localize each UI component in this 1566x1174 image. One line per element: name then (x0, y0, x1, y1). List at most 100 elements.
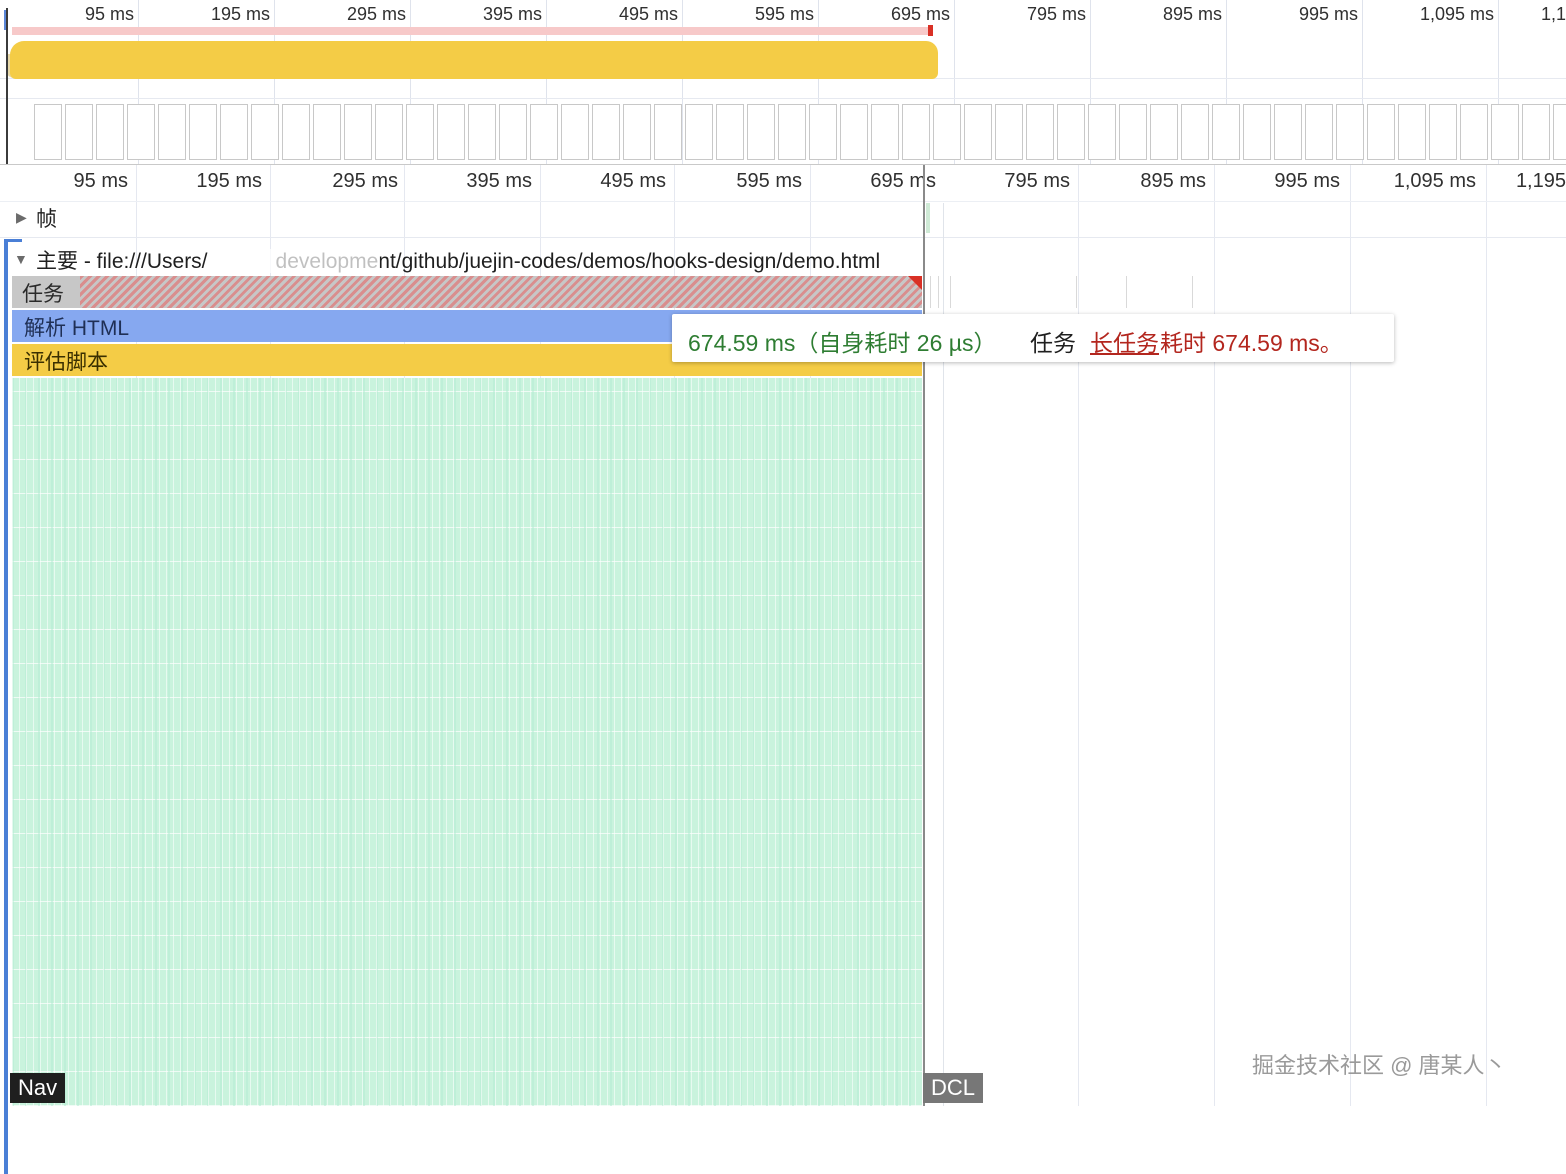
overview-tick-label: 1,1 (1540, 4, 1566, 24)
screenshot-thumbnail[interactable] (1460, 104, 1488, 160)
long-task-link[interactable]: 长任务 (1090, 324, 1159, 358)
screenshot-thumbnail[interactable] (1150, 104, 1178, 160)
screenshot-thumbnail[interactable] (592, 104, 620, 160)
ruler-gridline (1486, 165, 1487, 1106)
task-event-label: 任务 (22, 283, 64, 306)
ruler-tick-label: 95 ms (73, 170, 128, 192)
screenshot-thumbnail[interactable] (623, 104, 651, 160)
screenshot-thumbnail[interactable] (34, 104, 62, 160)
flame-chart-panel[interactable]: 95 ms 195 ms 295 ms 395 ms 495 ms 595 ms… (0, 165, 1566, 1174)
selection-boundary[interactable] (6, 8, 8, 164)
ruler-gridline (1078, 165, 1079, 1106)
cpu-usage-chart (10, 41, 938, 79)
screenshot-thumbnail[interactable] (189, 104, 217, 160)
frames-track[interactable] (0, 203, 1566, 238)
screenshot-thumbnail[interactable] (499, 104, 527, 160)
triangle-right-icon[interactable]: ▶ (16, 209, 27, 226)
screenshot-thumbnail[interactable] (313, 104, 341, 160)
screenshot-thumbnail[interactable] (406, 104, 434, 160)
overview-tick-label: 395 ms (482, 4, 542, 24)
screenshot-thumbnail[interactable] (1026, 104, 1054, 160)
short-task-tick[interactable] (930, 276, 931, 308)
short-task-tick[interactable] (938, 276, 939, 308)
ruler-tick-label: 395 ms (466, 170, 532, 192)
screenshot-thumbnail[interactable] (282, 104, 310, 160)
redaction-mask (222, 249, 380, 273)
ruler-tick-label: 195 ms (196, 170, 262, 192)
screenshot-thumbnail[interactable] (1181, 104, 1209, 160)
screenshot-thumbnail[interactable] (933, 104, 961, 160)
screenshot-thumbnail[interactable] (778, 104, 806, 160)
main-thread-track-label[interactable]: 主要 - file:///Users/development/github/ju… (36, 245, 880, 275)
ruler-gridline (1350, 165, 1351, 1106)
long-task-strip (12, 27, 932, 35)
tooltip-event-name: 任务 (1030, 330, 1076, 356)
short-task-tick[interactable] (1126, 276, 1127, 308)
watermark: 掘金技术社区 @ 唐某人丶 (1252, 1053, 1507, 1078)
overview-tick-label: 995 ms (1298, 4, 1358, 24)
dcl-marker[interactable]: DCL (923, 1073, 984, 1103)
screenshot-thumbnail[interactable] (158, 104, 186, 160)
ruler-tick-label: 295 ms (332, 170, 398, 192)
screenshot-thumbnail[interactable] (1429, 104, 1457, 160)
screenshot-thumbnail[interactable] (1088, 104, 1116, 160)
screenshot-thumbnail[interactable] (1243, 104, 1271, 160)
ruler-tick-label: 795 ms (1004, 170, 1070, 192)
screenshot-thumbnail[interactable] (995, 104, 1023, 160)
screenshot-thumbnail[interactable] (344, 104, 372, 160)
long-task-hatch (80, 276, 922, 308)
screenshot-thumbnail[interactable] (1398, 104, 1426, 160)
screenshot-thumbnail[interactable] (654, 104, 682, 160)
screenshot-thumbnail[interactable] (251, 104, 279, 160)
frames-track-label[interactable]: 帧 (36, 203, 57, 233)
screenshot-thumbnail[interactable] (1305, 104, 1333, 160)
event-tooltip: 674.59 ms（自身耗时 26 µs） 任务 长任务 耗时 674.59 m… (672, 314, 1394, 362)
screenshot-thumbnail[interactable] (1057, 104, 1085, 160)
overview-tick-label: 195 ms (210, 4, 270, 24)
screenshot-thumbnail[interactable] (840, 104, 868, 160)
overview-tick-label: 295 ms (346, 4, 406, 24)
screenshot-thumbnail[interactable] (375, 104, 403, 160)
screenshot-thumbnail[interactable] (716, 104, 744, 160)
ruler-tick-label: 995 ms (1274, 170, 1340, 192)
screenshot-thumbnail[interactable] (1491, 104, 1519, 160)
long-task-marker (928, 25, 933, 36)
short-task-tick[interactable] (950, 276, 951, 308)
overview-tick-label: 795 ms (1026, 4, 1086, 24)
tooltip-warning-message: 耗时 674.59 ms。 (1160, 330, 1343, 356)
ruler-tick-label: 895 ms (1140, 170, 1206, 192)
screenshot-thumbnail[interactable] (685, 104, 713, 160)
screenshot-thumbnail[interactable] (809, 104, 837, 160)
screenshot-thumbnail[interactable] (964, 104, 992, 160)
screenshot-thumbnail[interactable] (220, 104, 248, 160)
ruler-tick-label: 1,195 (1515, 170, 1566, 192)
screenshot-thumbnail[interactable] (871, 104, 899, 160)
screenshot-thumbnail[interactable] (1274, 104, 1302, 160)
dcl-marker-line (923, 165, 925, 1106)
screenshot-thumbnail[interactable] (902, 104, 930, 160)
screenshot-thumbnail[interactable] (65, 104, 93, 160)
ruler-tick-label: 695 ms (870, 170, 936, 192)
screenshot-thumbnail[interactable] (96, 104, 124, 160)
screenshot-thumbnail[interactable] (530, 104, 558, 160)
navigation-start-marker[interactable]: Nav (10, 1073, 66, 1103)
function-call-stack-block[interactable] (12, 378, 922, 1106)
screenshot-thumbnail[interactable] (1119, 104, 1147, 160)
screenshot-thumbnail[interactable] (1553, 104, 1566, 160)
timeline-overview[interactable]: 95 ms 195 ms 295 ms 395 ms 495 ms 595 ms… (0, 0, 1566, 165)
short-task-tick[interactable] (1192, 276, 1193, 308)
tooltip-duration: 674.59 ms（自身耗时 26 µs） (688, 330, 997, 356)
screenshot-thumbnail[interactable] (127, 104, 155, 160)
screenshot-thumbnail[interactable] (1367, 104, 1395, 160)
screenshot-thumbnail[interactable] (468, 104, 496, 160)
screenshot-thumbnail[interactable] (561, 104, 589, 160)
short-task-tick[interactable] (1076, 276, 1077, 308)
screenshot-thumbnail[interactable] (747, 104, 775, 160)
triangle-down-icon[interactable]: ▼ (14, 251, 28, 267)
evaluate-script-event-label: 评估脚本 (24, 351, 108, 374)
screenshot-thumbnail[interactable] (437, 104, 465, 160)
screenshot-thumbnail[interactable] (1212, 104, 1240, 160)
screenshot-thumbnail[interactable] (1336, 104, 1364, 160)
ruler-tick-label: 595 ms (736, 170, 802, 192)
screenshot-thumbnail[interactable] (1522, 104, 1550, 160)
